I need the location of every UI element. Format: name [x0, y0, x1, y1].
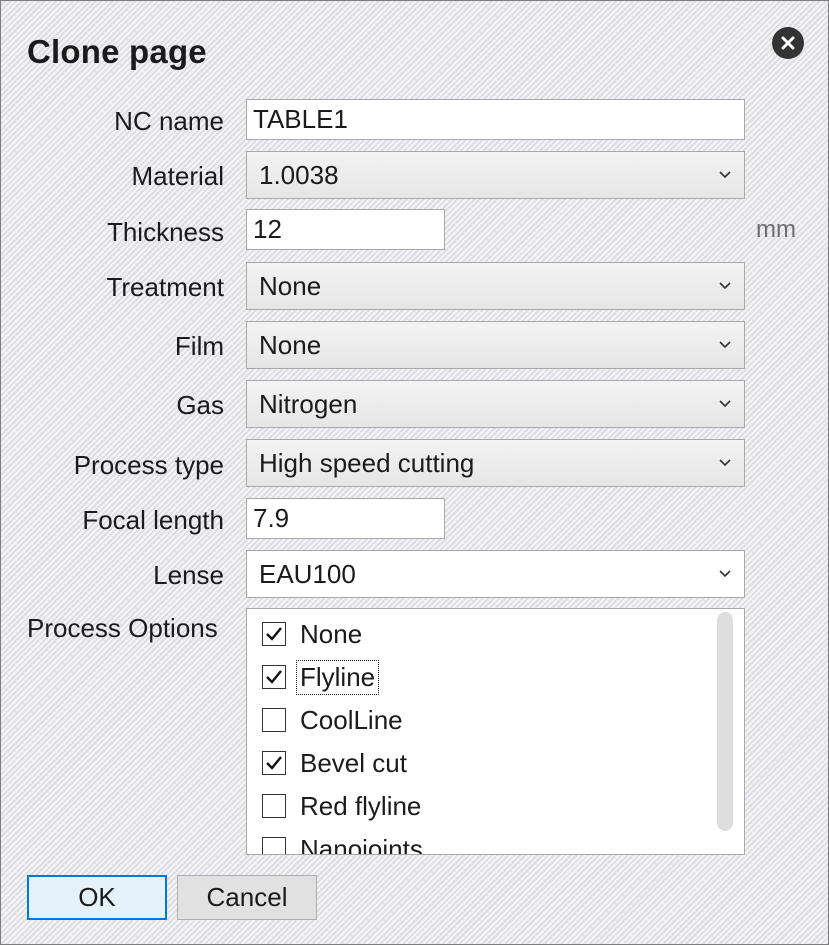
- process-option-coolline[interactable]: CoolLine: [262, 702, 406, 738]
- chevron-down-icon: [719, 171, 731, 179]
- checkbox[interactable]: [262, 708, 286, 732]
- material-value: 1.0038: [259, 159, 339, 190]
- treatment-label: Treatment: [106, 272, 224, 302]
- checkbox[interactable]: [262, 751, 286, 775]
- process-option-label: Red flyline: [300, 790, 422, 821]
- nc-name-input[interactable]: TABLE1: [246, 99, 745, 140]
- focal-length-label: Focal length: [82, 505, 224, 535]
- material-select[interactable]: 1.0038: [246, 151, 745, 199]
- checkbox[interactable]: [262, 665, 286, 689]
- thickness-label: Thickness: [106, 217, 224, 247]
- focal-length-value: 7.9: [253, 503, 290, 533]
- process-option-label: Flyline: [295, 659, 380, 695]
- dialog-title: Clone page: [27, 33, 207, 70]
- cancel-button[interactable]: Cancel: [177, 875, 317, 920]
- focal-length-input[interactable]: 7.9: [246, 498, 445, 539]
- clone-page-dialog: Clone page NC name TABLE1 Material 1.003…: [0, 0, 829, 945]
- lense-label: Lense: [153, 560, 224, 590]
- close-button[interactable]: [772, 27, 804, 59]
- film-label: Film: [174, 331, 224, 361]
- process-option-label: Nanojoints: [300, 833, 423, 855]
- chevron-down-icon: [719, 341, 731, 349]
- check-icon: [266, 756, 282, 770]
- process-option-label: CoolLine: [300, 704, 403, 735]
- nc-name-label: NC name: [114, 106, 224, 136]
- chevron-down-icon: [719, 570, 731, 578]
- process-option-nanojoints[interactable]: Nanojoints: [262, 831, 426, 855]
- process-option-bevel-cut[interactable]: Bevel cut: [262, 745, 410, 781]
- close-icon: [781, 36, 795, 50]
- process-type-value: High speed cutting: [259, 447, 475, 478]
- treatment-value: None: [259, 270, 322, 301]
- nc-name-value: TABLE1: [253, 104, 348, 134]
- process-option-none[interactable]: None: [262, 616, 365, 652]
- process-option-flyline[interactable]: Flyline: [262, 659, 380, 695]
- check-icon: [266, 670, 282, 684]
- check-icon: [266, 627, 282, 641]
- process-options-list[interactable]: None Flyline CoolLine Bevel cut Red flyl…: [246, 608, 745, 855]
- lense-select[interactable]: EAU100: [246, 550, 745, 598]
- chevron-down-icon: [719, 400, 731, 408]
- process-type-label: Process type: [73, 450, 224, 480]
- lense-value: EAU100: [259, 558, 356, 589]
- thickness-unit: mm: [756, 216, 796, 243]
- process-option-red-flyline[interactable]: Red flyline: [262, 788, 424, 824]
- checkbox[interactable]: [262, 622, 286, 646]
- process-option-label: Bevel cut: [300, 747, 407, 778]
- film-select[interactable]: None: [246, 321, 745, 369]
- thickness-input[interactable]: 12: [246, 209, 445, 250]
- gas-select[interactable]: Nitrogen: [246, 380, 745, 428]
- thickness-value: 12: [253, 214, 282, 244]
- checkbox[interactable]: [262, 837, 286, 854]
- material-label: Material: [131, 161, 224, 191]
- chevron-down-icon: [719, 282, 731, 290]
- process-option-label: None: [300, 618, 363, 649]
- process-options-label: Process Options: [27, 613, 218, 643]
- treatment-select[interactable]: None: [246, 262, 745, 310]
- process-type-select[interactable]: High speed cutting: [246, 439, 745, 487]
- chevron-down-icon: [719, 459, 731, 467]
- checkbox[interactable]: [262, 794, 286, 818]
- film-value: None: [259, 329, 322, 360]
- list-scrollbar[interactable]: [717, 612, 733, 831]
- ok-button[interactable]: OK: [27, 875, 167, 920]
- gas-label: Gas: [176, 390, 224, 420]
- gas-value: Nitrogen: [259, 388, 358, 419]
